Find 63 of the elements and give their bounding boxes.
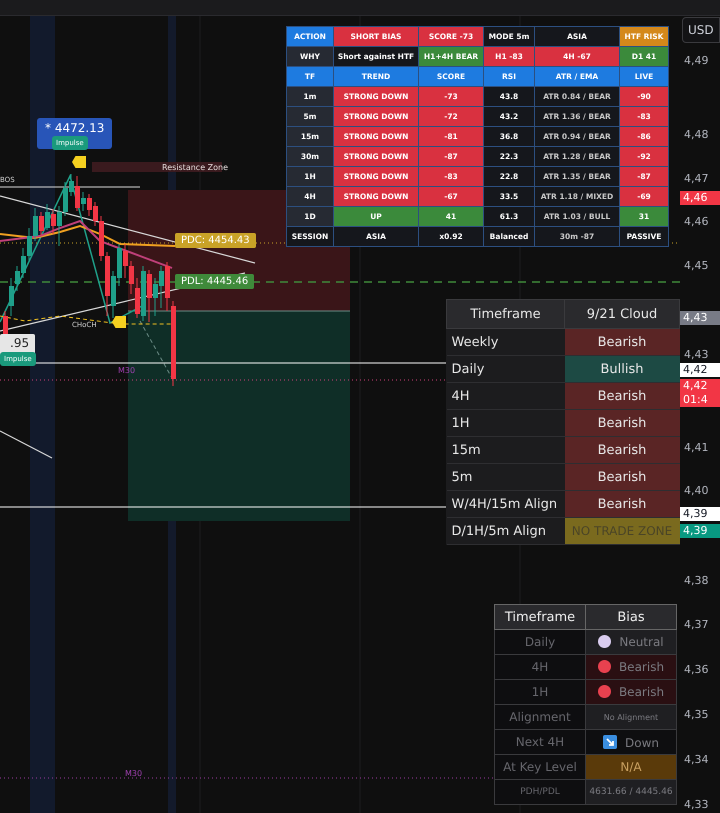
marker-icon bbox=[72, 156, 86, 168]
bias-text: Bearish bbox=[618, 685, 664, 699]
price-label: 4,33 bbox=[684, 798, 708, 812]
cloud-status-cell: Bearish bbox=[564, 436, 680, 464]
zone-label: Resistance Zone bbox=[162, 163, 228, 172]
price-tag: 4,42 01:4 bbox=[680, 379, 720, 407]
bias-text: Down bbox=[624, 736, 659, 750]
timeframe-cell: At Key Level bbox=[494, 754, 586, 780]
price-label: 4,41 bbox=[684, 441, 708, 455]
timeframe-cell: Daily bbox=[494, 630, 586, 654]
timeframe-cell: Daily bbox=[446, 356, 564, 382]
price-label: 4,36 bbox=[684, 663, 708, 677]
price-tag: 4,42 bbox=[680, 363, 720, 377]
bias-cell: N/A bbox=[586, 754, 676, 780]
level-tag: PDC: 4454.43 bbox=[175, 233, 256, 248]
cloud-status-cell: Bearish bbox=[564, 328, 680, 356]
cloud-status-cell: Bearish bbox=[564, 410, 680, 436]
price-label: 4,49 bbox=[684, 54, 708, 68]
timeframe-cell: Weekly bbox=[446, 328, 564, 356]
price-label: 4,35 bbox=[684, 708, 708, 722]
timeframe-cell: 15m bbox=[446, 436, 564, 464]
timeframe-cell: Next 4H bbox=[494, 730, 586, 754]
price-tag: 4,46 bbox=[680, 191, 720, 205]
cloud-status-cell: Bearish bbox=[564, 464, 680, 490]
column-header: 9/21 Cloud bbox=[564, 300, 680, 328]
timeframe-cell: 1H bbox=[494, 680, 586, 704]
cloud-status-cell: Bullish bbox=[564, 356, 680, 382]
price-label: 4,45 bbox=[684, 259, 708, 273]
timeframe-cell: 1H bbox=[446, 410, 564, 436]
column-header: Timeframe bbox=[494, 604, 586, 630]
price-label: 4,46 bbox=[684, 215, 708, 229]
price-label: 4,40 bbox=[684, 484, 708, 498]
projection-line bbox=[140, 320, 172, 378]
price-tag: 4,39 bbox=[680, 524, 720, 538]
session-label: M30 bbox=[125, 769, 142, 778]
session-label: M30 bbox=[118, 366, 136, 375]
timeframe-cell: 5m bbox=[446, 464, 564, 490]
marker-icon bbox=[112, 316, 126, 328]
cloud-status-cell: Bearish bbox=[564, 382, 680, 410]
column-header: Timeframe bbox=[446, 300, 564, 328]
currency-button[interactable]: USD bbox=[682, 17, 720, 43]
timeframe-cell: PDH/PDL bbox=[494, 780, 586, 804]
price-label: 4,34 bbox=[684, 753, 708, 767]
price-label: 4,38 bbox=[684, 574, 708, 588]
timeframe-cell: 4H bbox=[446, 382, 564, 410]
bias-text: Neutral bbox=[619, 635, 664, 649]
bias-cell: No Alignment bbox=[586, 704, 676, 730]
price-label: 4,47 bbox=[684, 172, 708, 186]
price-label: 4,37 bbox=[684, 618, 708, 632]
price-label: 4,48 bbox=[684, 128, 708, 142]
timeframe-cell: 4H bbox=[494, 654, 586, 680]
bias-text: Bearish bbox=[618, 660, 664, 674]
bias-cell: 4631.66 / 4445.46 bbox=[586, 780, 676, 804]
price-tag: 4,43 bbox=[680, 311, 720, 325]
price-tag: 4,39 bbox=[680, 507, 720, 521]
timeframe-cell: D/1H/5m Align bbox=[446, 518, 564, 544]
level-tag: PDL: 4445.46 bbox=[175, 274, 254, 289]
timeframe-cell: Alignment bbox=[494, 704, 586, 730]
trend-line bbox=[0, 430, 52, 459]
cloud-status-cell: Bearish bbox=[564, 490, 680, 518]
timeframe-cell: W/4H/15m Align bbox=[446, 490, 564, 518]
price-label: 4,43 bbox=[684, 348, 708, 362]
column-header: Bias bbox=[586, 604, 676, 630]
